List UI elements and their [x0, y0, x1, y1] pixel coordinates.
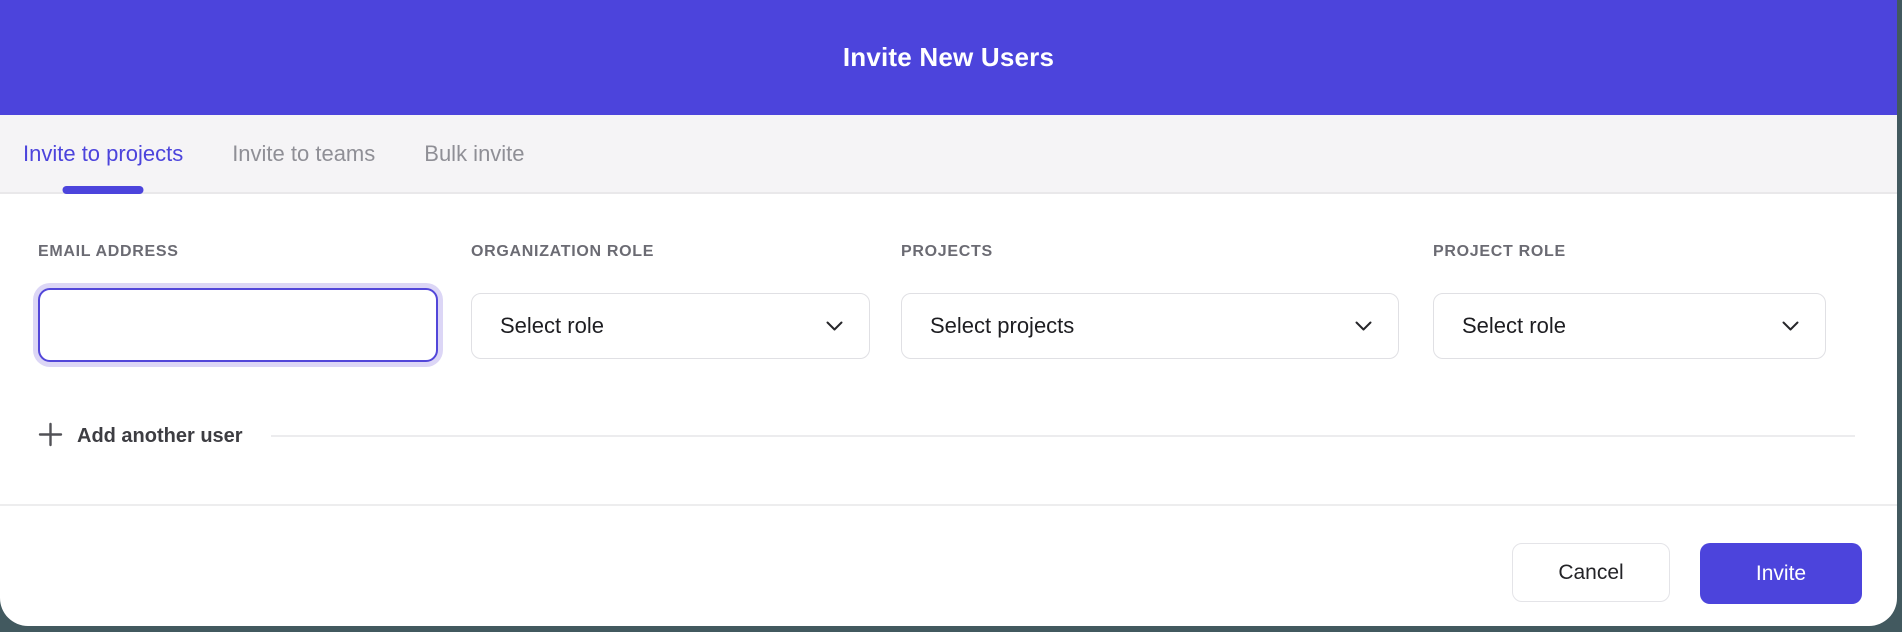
select-value: Select role	[500, 313, 604, 339]
add-another-user-row: Add another user	[38, 422, 1855, 450]
project-role-label: PROJECT ROLE	[1433, 243, 1826, 261]
add-another-user-label: Add another user	[77, 425, 243, 448]
plus-icon	[38, 422, 63, 450]
projects-label: PROJECTS	[901, 243, 1399, 261]
dialog-title: Invite New Users	[843, 42, 1054, 73]
tab-invite-to-projects[interactable]: Invite to projects	[23, 115, 183, 192]
select-value: Select projects	[930, 313, 1074, 339]
tab-label: Bulk invite	[424, 141, 524, 167]
chevron-down-icon	[1355, 321, 1372, 332]
active-tab-indicator	[63, 186, 144, 194]
project-role-select[interactable]: Select role	[1433, 293, 1826, 359]
email-address-input[interactable]	[38, 288, 438, 362]
invite-users-dialog: Invite New Users Invite to projects Invi…	[0, 0, 1897, 626]
chevron-down-icon	[1782, 321, 1799, 332]
dialog-header: Invite New Users	[0, 0, 1897, 115]
row-divider	[271, 435, 1855, 437]
organization-role-select[interactable]: Select role	[471, 293, 870, 359]
tab-label: Invite to teams	[232, 141, 375, 167]
cancel-button[interactable]: Cancel	[1512, 543, 1670, 602]
email-address-label: EMAIL ADDRESS	[38, 243, 438, 261]
dialog-footer: Cancel Invite	[0, 506, 1897, 604]
tab-bulk-invite[interactable]: Bulk invite	[424, 115, 524, 192]
organization-role-field-group: ORGANIZATION ROLE Select role	[471, 243, 870, 359]
add-another-user-button[interactable]: Add another user	[38, 422, 243, 450]
invite-form-row: EMAIL ADDRESS ORGANIZATION ROLE Select r…	[0, 243, 1897, 362]
tab-invite-to-teams[interactable]: Invite to teams	[232, 115, 375, 192]
select-value: Select role	[1462, 313, 1566, 339]
invite-button[interactable]: Invite	[1700, 543, 1862, 604]
tab-label: Invite to projects	[23, 141, 183, 167]
project-role-field-group: PROJECT ROLE Select role	[1433, 243, 1826, 359]
chevron-down-icon	[826, 321, 843, 332]
tab-bar: Invite to projects Invite to teams Bulk …	[0, 115, 1897, 194]
projects-select[interactable]: Select projects	[901, 293, 1399, 359]
projects-field-group: PROJECTS Select projects	[901, 243, 1399, 359]
email-field-group: EMAIL ADDRESS	[38, 243, 438, 362]
organization-role-label: ORGANIZATION ROLE	[471, 243, 870, 261]
